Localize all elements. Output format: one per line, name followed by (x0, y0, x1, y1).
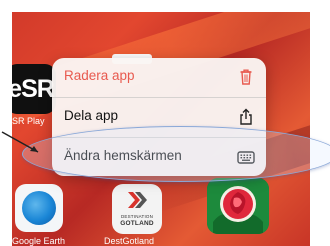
rose-icon (207, 178, 269, 234)
trash-icon (240, 69, 252, 85)
chevron-logo-icon (128, 192, 147, 208)
delete-app-menu-item[interactable]: Radera app (52, 58, 266, 97)
destgotland-app-label: DestGotland (104, 236, 155, 246)
highlight-ellipse (22, 126, 330, 182)
delete-app-label: Radera app (64, 68, 135, 83)
destgotland-logo-line2: GOTLAND (120, 220, 154, 227)
sr-play-app-icon[interactable]: eSR (12, 64, 56, 114)
globe-icon (22, 191, 56, 225)
destgotland-app-icon[interactable]: DESTINATION GOTLAND (112, 184, 162, 234)
sr-play-logo-text: eSR (12, 75, 55, 103)
rose-app-icon[interactable] (207, 178, 269, 234)
google-earth-app-icon[interactable] (15, 184, 63, 232)
share-icon (240, 108, 252, 125)
sr-play-app-label: SR Play (12, 116, 45, 126)
share-app-label: Dela app (64, 108, 119, 123)
destgotland-logo-line1: DESTINATION (120, 214, 154, 219)
google-earth-app-label: Google Earth (12, 236, 66, 246)
pointer-arrow-icon (1, 131, 39, 153)
